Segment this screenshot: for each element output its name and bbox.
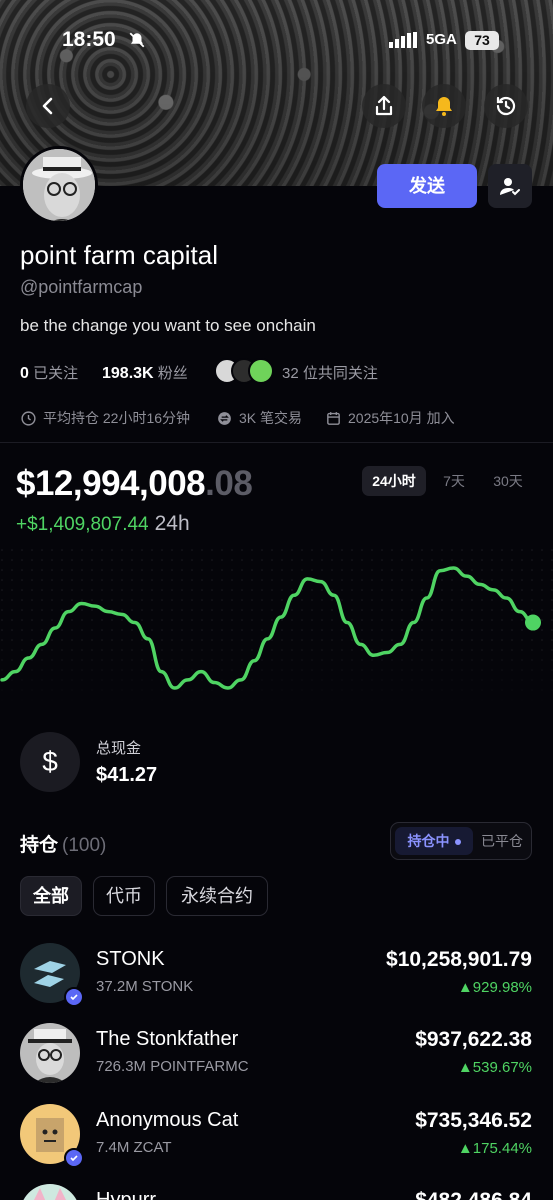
battery-indicator: 73: [465, 31, 499, 50]
profile-name: point farm capital: [20, 240, 218, 270]
holding-value: $482,486.84: [415, 1189, 532, 1200]
dollar-icon: $: [20, 732, 80, 792]
profile-handle: @pointfarmcap: [20, 277, 143, 297]
status-bar: 18:50 5GA 73: [0, 28, 553, 56]
holding-name: Hypurr: [96, 1189, 157, 1200]
follow-button[interactable]: [488, 164, 532, 208]
cash-label: 总现金: [96, 740, 142, 757]
section-divider: [0, 442, 553, 443]
balance-cents: .08: [205, 464, 253, 503]
add-user-icon: [500, 178, 520, 196]
holding-row[interactable]: STONK 37.2M STONK $10,258,901.79 ▲929.98…: [0, 943, 553, 1013]
profile-bio: be the change you want to see onchain: [20, 316, 316, 335]
holdings-count: (100): [62, 835, 107, 856]
filter-all[interactable]: 全部: [20, 876, 82, 916]
mutual-avatar: [248, 358, 274, 384]
share-icon: [375, 95, 393, 116]
history-icon: [496, 96, 516, 116]
portfolio-change: +$1,409,807.44 24h: [16, 512, 190, 536]
holding-row[interactable]: The Stonkfather 726.3M POINTFARMC $937,6…: [0, 1023, 553, 1093]
tab-closed-positions[interactable]: 已平仓: [475, 827, 529, 855]
signal-icon: [389, 32, 417, 48]
holding-name: Anonymous Cat: [96, 1109, 239, 1131]
filter-perps[interactable]: 永续合约: [166, 876, 268, 916]
notify-button[interactable]: [422, 84, 466, 128]
tab-30d[interactable]: 30天: [484, 466, 532, 496]
followers-count: 198.3K: [102, 365, 154, 382]
token-icon: [20, 1184, 80, 1200]
holding-change: ▲929.98%: [457, 979, 532, 996]
holding-amount: 726.3M POINTFARMC: [96, 1058, 249, 1075]
joined-label: 2025年10月 加入: [348, 410, 455, 426]
mutuals-label[interactable]: 32 位共同关注: [282, 362, 378, 383]
position-toggle: 持仓中 已平仓: [390, 822, 532, 860]
following-stat[interactable]: 0 已关注: [20, 362, 78, 383]
holdings-title: 持仓 (100): [20, 830, 106, 857]
holding-change-value: 175.44%: [472, 1140, 532, 1157]
holding-amount: 37.2M STONK: [96, 978, 194, 995]
status-time: 18:50: [62, 28, 116, 51]
mute-icon: [129, 32, 145, 48]
holding-value: $937,622.38: [415, 1028, 532, 1051]
holding-name: The Stonkfather: [96, 1028, 239, 1050]
filter-tokens[interactable]: 代币: [93, 876, 155, 916]
network-label: 5GA: [426, 31, 457, 48]
clock-icon: [21, 410, 36, 426]
tab-open-positions[interactable]: 持仓中: [395, 827, 473, 855]
following-count: 0: [20, 365, 29, 382]
joined-meta: 2025年10月 加入: [325, 408, 455, 428]
profile-avatar: [20, 146, 98, 224]
back-button[interactable]: [26, 84, 70, 128]
portfolio-balance: $12,994,008.08: [16, 464, 253, 504]
holding-change: ▲175.44%: [457, 1140, 532, 1157]
followers-label: 粉丝: [157, 365, 188, 382]
followers-stat[interactable]: 198.3K 粉丝: [102, 362, 188, 383]
holding-amount: 7.4M ZCAT: [96, 1139, 172, 1156]
open-positions-label: 持仓中: [407, 833, 450, 849]
swap-icon: [218, 411, 231, 425]
trades-meta: 3K 笔交易: [216, 408, 302, 428]
holding-change-value: 929.98%: [472, 979, 532, 996]
holding-row[interactable]: Anonymous Cat 7.4M ZCAT $735,346.52 ▲175…: [0, 1104, 553, 1174]
balance-main: $12,994,008: [16, 464, 206, 503]
share-button[interactable]: [362, 84, 406, 128]
avg-hold-meta: 平均持仓 22小时16分钟: [20, 408, 190, 428]
active-dot: [454, 839, 461, 846]
calendar-icon: [327, 411, 340, 425]
portfolio-chart[interactable]: [0, 548, 553, 708]
send-button[interactable]: 发送: [377, 164, 477, 208]
token-icon: [20, 1023, 80, 1083]
following-label: 已关注: [33, 365, 79, 382]
tab-24h[interactable]: 24小时: [362, 466, 426, 496]
chart-endpoint: [525, 614, 541, 631]
verified-badge-icon: [64, 1148, 84, 1168]
change-value: +$1,409,807.44: [16, 514, 149, 535]
history-button[interactable]: [484, 84, 528, 128]
profile-stats: 0 已关注 198.3K 粉丝 32 位共同关注: [20, 358, 540, 384]
cash-value: $41.27: [96, 764, 158, 786]
holdings-title-label: 持仓: [20, 835, 59, 856]
avg-hold-label: 平均持仓 22小时16分钟: [43, 410, 191, 426]
tab-7d[interactable]: 7天: [432, 466, 476, 496]
holding-row[interactable]: Hypurr $482,486.84: [0, 1184, 553, 1200]
holding-value: $735,346.52: [415, 1109, 532, 1132]
change-period: 24h: [154, 512, 190, 535]
bell-icon: [436, 97, 452, 116]
holding-change: ▲539.67%: [457, 1059, 532, 1076]
holding-change-value: 539.67%: [472, 1059, 532, 1076]
profile-meta: 平均持仓 22小时16分钟 3K 笔交易 2025年10月 加入: [20, 408, 540, 428]
verified-badge-icon: [64, 987, 84, 1007]
trades-label: 3K 笔交易: [239, 410, 303, 426]
holding-value: $10,258,901.79: [386, 948, 532, 971]
holding-name: STONK: [96, 948, 165, 970]
chevron-left-icon: [42, 97, 53, 115]
